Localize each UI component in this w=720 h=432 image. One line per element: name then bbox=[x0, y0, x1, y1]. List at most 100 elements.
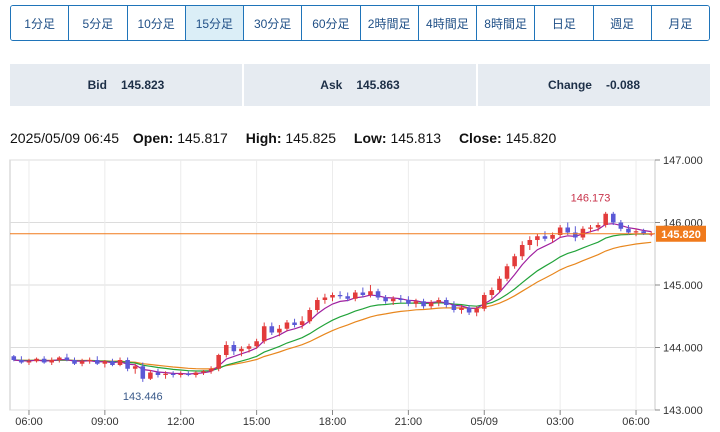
change-value: -0.088 bbox=[605, 78, 641, 92]
candle-body bbox=[208, 368, 214, 372]
candle-body bbox=[49, 360, 55, 363]
change-box: Change -0.088 bbox=[478, 64, 710, 106]
candle-body bbox=[193, 372, 199, 375]
open-value: 145.817 bbox=[177, 130, 228, 146]
candle-body bbox=[223, 345, 229, 355]
candle-body bbox=[57, 357, 62, 360]
close-value: 145.820 bbox=[505, 130, 557, 146]
change-label: Change bbox=[547, 78, 592, 92]
candle-body bbox=[201, 371, 206, 373]
candle-body bbox=[489, 290, 495, 295]
candle-body bbox=[94, 360, 100, 364]
candle-body bbox=[603, 213, 608, 225]
candle-body bbox=[117, 360, 123, 365]
candle-body bbox=[140, 366, 146, 379]
candle-body bbox=[383, 297, 388, 302]
ohlc-readout: 2025/05/09 06:45 Open: 145.817 High: 145… bbox=[10, 130, 556, 146]
timeframe-tab[interactable]: 4時間足 bbox=[417, 6, 476, 40]
y-tick-label: 145.000 bbox=[663, 280, 703, 292]
candle-body bbox=[315, 300, 320, 310]
candle-body bbox=[436, 300, 442, 303]
candle-body bbox=[277, 328, 282, 333]
candle-body bbox=[132, 366, 138, 369]
candle-body bbox=[610, 213, 616, 223]
candle-body bbox=[79, 361, 85, 364]
bid-box: Bid 145.823 bbox=[10, 64, 242, 106]
close-label: Close: bbox=[458, 130, 502, 146]
candle-body bbox=[231, 345, 237, 352]
candle-body bbox=[216, 355, 221, 369]
candle-body bbox=[550, 235, 555, 239]
timeframe-tab[interactable]: 60分足 bbox=[301, 6, 360, 40]
candle-body bbox=[246, 346, 252, 349]
timeframe-tab[interactable]: 8時間足 bbox=[476, 6, 535, 40]
candle-body bbox=[269, 326, 275, 333]
candle-body bbox=[413, 301, 419, 304]
candle-body bbox=[527, 240, 533, 245]
current-price-label: 145.820 bbox=[661, 229, 701, 241]
candle-body bbox=[261, 326, 267, 342]
candle-body bbox=[360, 292, 366, 295]
x-tick-label: 09:00 bbox=[91, 416, 119, 428]
candle-body bbox=[535, 236, 540, 240]
x-tick-label: 05/09 bbox=[470, 416, 498, 428]
candle-body bbox=[345, 296, 350, 299]
candle-body bbox=[155, 372, 161, 375]
timeframe-tab[interactable]: 15分足 bbox=[184, 6, 243, 40]
timeframe-tab[interactable]: 10分足 bbox=[126, 6, 185, 40]
candle-body bbox=[64, 357, 70, 360]
timeframe-tab[interactable]: 1分足 bbox=[11, 6, 69, 40]
candle-body bbox=[421, 301, 426, 307]
x-tick-label: 06:00 bbox=[622, 416, 650, 428]
candle-body bbox=[588, 227, 593, 229]
candle-body bbox=[633, 231, 639, 233]
candle-body bbox=[254, 341, 259, 347]
candle-body bbox=[497, 278, 502, 290]
candle-body bbox=[368, 291, 373, 295]
x-tick-label: 06:00 bbox=[15, 416, 43, 428]
candle-body bbox=[163, 373, 168, 375]
candle-body bbox=[519, 245, 525, 257]
ask-value: 145.863 bbox=[356, 78, 400, 92]
timeframe-tab[interactable]: 5分足 bbox=[68, 6, 127, 40]
high-value: 145.825 bbox=[285, 130, 336, 146]
bid-label: Bid bbox=[87, 78, 107, 92]
timeframe-tab[interactable]: 2時間足 bbox=[359, 6, 418, 40]
bid-value: 145.823 bbox=[120, 78, 165, 92]
candle-body bbox=[406, 300, 411, 304]
ask-label: Ask bbox=[320, 78, 343, 92]
candle-body bbox=[504, 266, 510, 279]
candle-body bbox=[72, 360, 77, 364]
x-tick-label: 03:00 bbox=[546, 416, 574, 428]
candle-body bbox=[512, 256, 517, 267]
open-label: Open: bbox=[132, 130, 174, 146]
timeframe-tab[interactable]: 週足 bbox=[592, 6, 651, 40]
candle-body bbox=[595, 225, 601, 228]
candle-body bbox=[292, 322, 297, 325]
candle-body bbox=[352, 292, 358, 299]
candle-body bbox=[451, 305, 457, 310]
candle-body bbox=[618, 222, 624, 229]
low-value: 145.813 bbox=[390, 130, 442, 146]
timeframe-tab[interactable]: 30分足 bbox=[243, 6, 302, 40]
timeframe-tab[interactable]: 日足 bbox=[534, 6, 593, 40]
candle-body bbox=[398, 298, 404, 300]
timeframe-tab[interactable]: 月足 bbox=[650, 6, 709, 40]
ask-box: Ask 145.863 bbox=[244, 64, 476, 106]
candle-body bbox=[330, 295, 335, 298]
high-annotation: 146.173 bbox=[571, 193, 611, 205]
candle-body bbox=[580, 228, 586, 238]
candle-body bbox=[110, 361, 115, 365]
x-tick-label: 18:00 bbox=[319, 416, 347, 428]
candle-body bbox=[11, 356, 17, 360]
candle-body bbox=[466, 307, 472, 313]
y-tick-label: 147.000 bbox=[663, 155, 703, 167]
candle-body bbox=[307, 310, 313, 322]
candle-body bbox=[390, 298, 396, 302]
x-tick-label: 15:00 bbox=[243, 416, 271, 428]
candle-body bbox=[26, 361, 32, 363]
y-tick-label: 144.000 bbox=[663, 343, 703, 355]
candle-body bbox=[444, 300, 449, 305]
candle-body bbox=[186, 373, 191, 375]
candlestick-chart[interactable]: 147.000146.000145.000144.000143.00006:00… bbox=[0, 150, 720, 432]
